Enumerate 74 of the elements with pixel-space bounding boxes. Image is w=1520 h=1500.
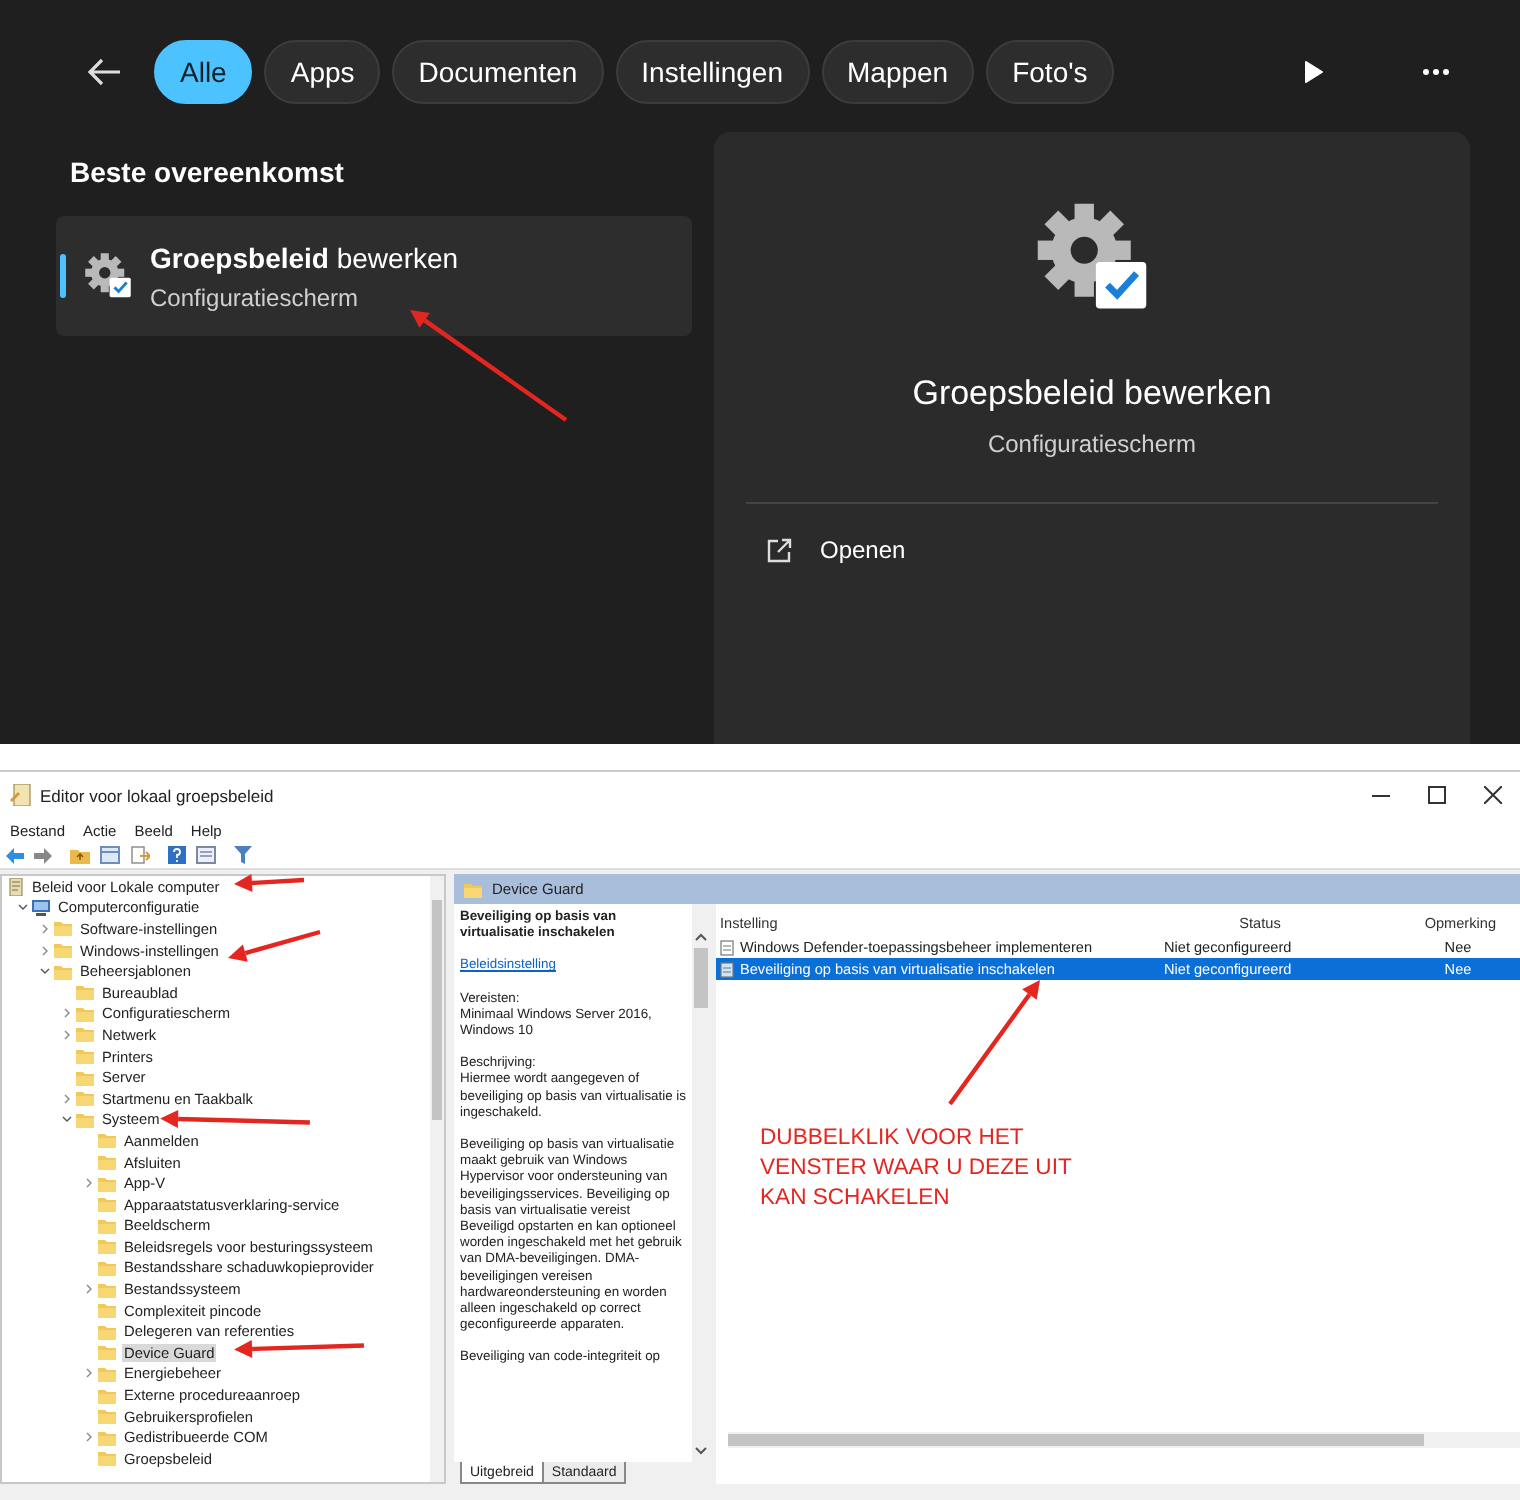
folder-icon [98,1408,116,1425]
folder-icon [98,1132,116,1149]
folder-icon [98,1217,116,1234]
folder-icon [98,1175,116,1192]
scroll-icon [8,877,24,896]
folder-icon [98,1302,116,1319]
computer-icon [32,899,50,916]
folder-icon [76,1090,94,1107]
section-heading: Beste overeenkomst [68,154,346,192]
filter-tab[interactable]: Alle [154,40,253,104]
folder-icon [76,984,94,1001]
chevron-icon[interactable] [18,902,28,913]
filter-tab[interactable]: Mappen [821,40,975,104]
external-link-icon [766,537,792,563]
folder-up-icon[interactable] [70,846,90,864]
chevron-icon[interactable] [84,1368,94,1379]
folder-icon [54,942,72,959]
folder-icon [98,1344,116,1361]
properties-icon[interactable] [196,846,216,864]
folder-icon [54,963,72,980]
folder-icon [76,1111,94,1128]
folder-icon [98,1323,116,1340]
filter-tab[interactable]: Foto's [986,40,1114,104]
window-title: Editor voor lokaal groepsbeleid [40,785,274,805]
app-icon [10,784,32,806]
folder-icon [98,1238,116,1255]
chevron-icon[interactable] [84,1284,94,1295]
gear-icon [82,250,134,302]
annotation-text: DUBBELKLIK VOOR HET VENSTER WAAR U DEZE UIT KAN SCHAKELEN [760,1124,1074,1214]
scrollbar[interactable] [430,876,444,1482]
folder-icon [98,1281,116,1298]
folder-icon [76,1048,94,1065]
scrollbar[interactable] [728,1432,1520,1448]
pane-icon[interactable] [100,846,120,864]
folder-icon [98,1196,116,1213]
folder-icon [98,1365,116,1382]
folder-icon [464,881,482,897]
result-subtitle: Configuratiescherm [150,283,361,311]
open-action[interactable]: Openen [766,536,906,564]
folder-icon [76,1069,94,1086]
filter-tab[interactable]: Instellingen [615,40,809,104]
result-item[interactable]: Groepsbeleid bewerken Configuratiescherm [56,216,692,336]
folder-icon [76,1005,94,1022]
result-title: Groepsbeleid bewerken [150,241,459,273]
help-icon[interactable] [168,846,186,864]
folder-icon [98,1259,116,1276]
forward-arrow-icon[interactable] [34,847,52,863]
close-icon [1483,786,1501,804]
preview-subtitle: Configuratiescherm [987,430,1197,458]
folder-icon [76,1026,94,1043]
folder-icon [98,1429,116,1446]
annotation-arrow [950,980,1040,1104]
preview-title: Groepsbeleid bewerken [912,374,1272,414]
chevron-icon[interactable] [84,1432,94,1443]
scrollbar[interactable] [692,904,710,1462]
scroll-thumb[interactable] [694,948,708,1008]
folder-icon [98,1387,116,1404]
folder-icon [54,920,72,937]
annotation-arrow [228,932,320,962]
maximize-icon [1427,786,1445,804]
folder-icon [98,1450,116,1467]
setting-icon [720,961,734,977]
back-arrow-icon[interactable] [6,847,24,863]
annotation-arrow [234,1340,364,1359]
filter-icon[interactable] [234,846,252,864]
play-icon[interactable] [1300,58,1328,86]
scroll-down-icon[interactable] [694,1446,708,1456]
filter-tab[interactable]: Apps [264,40,381,104]
filter-tab[interactable]: Documenten [392,40,604,104]
export-icon[interactable] [130,846,150,864]
chevron-icon[interactable] [84,1178,94,1189]
annotation-arrow [234,873,304,892]
folder-icon [98,1154,116,1171]
scroll-up-icon[interactable] [694,932,708,942]
